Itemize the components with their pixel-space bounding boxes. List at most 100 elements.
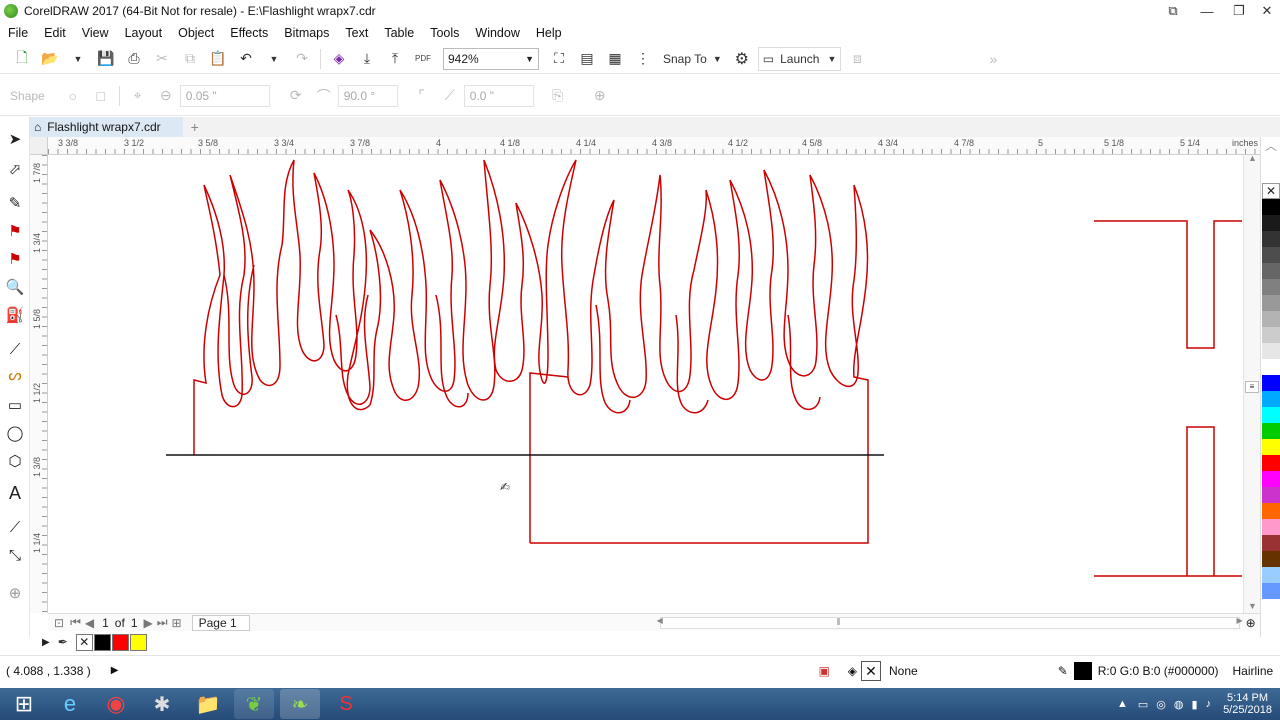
zoom-tool-icon[interactable]: 🔍 xyxy=(5,277,25,297)
menu-help[interactable]: Help xyxy=(528,26,570,40)
flame-path[interactable] xyxy=(515,159,741,400)
navigator-icon[interactable]: ⊕ xyxy=(1246,616,1256,630)
volume-icon[interactable]: ♪ xyxy=(1206,698,1212,710)
corner-icon[interactable]: ⌜ xyxy=(410,84,434,108)
palette-swatch[interactable] xyxy=(1262,375,1280,391)
scroll-thumb[interactable]: ≡ xyxy=(1245,381,1259,393)
network-icon[interactable]: ▮ xyxy=(1192,698,1198,711)
menu-object[interactable]: Object xyxy=(170,26,222,40)
import-icon[interactable]: ⤓ xyxy=(355,47,379,71)
add-page-icon[interactable]: ⊞ xyxy=(172,616,182,630)
color-proof-icon[interactable]: ▣ xyxy=(818,664,829,678)
cut-icon[interactable]: ✂ xyxy=(150,47,174,71)
undo-dropdown-icon[interactable]: ▼ xyxy=(262,47,286,71)
show-grid-icon[interactable]: ▦ xyxy=(603,47,627,71)
page-next-icon[interactable]: ▶ xyxy=(144,616,153,630)
palette-swatch[interactable] xyxy=(1262,199,1280,215)
square-shape-icon[interactable]: □ xyxy=(89,84,113,108)
horizontal-scrollbar[interactable]: ◀ ⦀ ▶ xyxy=(657,616,1243,629)
flame-artwork[interactable] xyxy=(193,159,1242,577)
scroll-down-icon[interactable]: ▼ xyxy=(1248,601,1257,611)
windows-start-icon[interactable]: ⊞ xyxy=(4,689,44,719)
palette-swatch[interactable] xyxy=(1262,439,1280,455)
tray-expand-icon[interactable]: ▲ xyxy=(1117,698,1128,710)
corel-photo-paint-icon[interactable]: ❧ xyxy=(280,689,320,719)
menu-bitmaps[interactable]: Bitmaps xyxy=(276,26,337,40)
menu-view[interactable]: View xyxy=(74,26,117,40)
export-icon[interactable]: ⤒ xyxy=(383,47,407,71)
palette-swatch[interactable] xyxy=(1262,503,1280,519)
palette-swatch[interactable] xyxy=(1262,519,1280,535)
add-preset-icon[interactable]: ⊕ xyxy=(588,84,612,108)
menu-layout[interactable]: Layout xyxy=(117,26,171,40)
vertical-scrollbar[interactable]: ▲ ≡ ▼ xyxy=(1243,153,1260,613)
document-color-swatch[interactable] xyxy=(129,633,147,651)
no-color-swatch[interactable]: ✕ xyxy=(75,633,93,651)
text-tool-icon[interactable]: A xyxy=(5,483,25,503)
no-color-swatch[interactable]: ✕ xyxy=(1262,183,1280,199)
outline-pen-icon[interactable]: ✎ xyxy=(1058,664,1068,678)
flame-inner-path[interactable] xyxy=(675,314,709,414)
new-document-icon[interactable]: 🗋 xyxy=(10,47,34,71)
redo-icon[interactable]: ↷ xyxy=(290,47,314,71)
scroll-thumb[interactable]: ⦀ xyxy=(837,617,841,628)
save-icon[interactable]: 💾 xyxy=(94,47,118,71)
palette-swatch[interactable] xyxy=(1262,231,1280,247)
paste-icon[interactable]: 📋 xyxy=(206,47,230,71)
tab-flashlight-document[interactable]: ⌂ Flashlight wrapx7.cdr xyxy=(28,117,183,137)
scroll-left-icon[interactable]: ◀ xyxy=(657,616,663,625)
vertical-ruler[interactable]: 1 7/8 1 3/4 1 5/8 1 1/2 1 3/8 1 1/4 xyxy=(30,155,48,613)
open-folder-icon[interactable]: 📂 xyxy=(38,47,62,71)
ellipse-tool-icon[interactable]: ◯ xyxy=(5,423,25,443)
close-button[interactable]: ✕ xyxy=(1250,0,1280,22)
palette-scroll-up-icon[interactable]: ︿ xyxy=(1261,137,1280,183)
circle-shape-icon[interactable]: ○ xyxy=(61,84,85,108)
flame-path[interactable] xyxy=(369,159,525,406)
clock[interactable]: 5:14 PM 5/25/2018 xyxy=(1223,692,1272,716)
scroll-right-icon[interactable]: ▶ xyxy=(1237,616,1243,625)
palette-swatch[interactable] xyxy=(1262,295,1280,311)
chrome-icon[interactable]: ◉ xyxy=(96,689,136,719)
tray-app-icon[interactable]: ◍ xyxy=(1174,698,1184,711)
page-previous-first-icon[interactable]: ⏮ xyxy=(70,615,81,630)
palette-expand-icon[interactable]: ▶ xyxy=(42,637,50,648)
toolbar-overflow-icon[interactable]: » xyxy=(981,47,1005,71)
coreldraw-taskbar-icon[interactable]: ❦ xyxy=(234,689,274,719)
horizontal-ruler[interactable]: 3 3/8 3 1/2 3 5/8 3 3/4 3 7/8 4 4 1/8 4 … xyxy=(48,137,1260,155)
status-expand-icon[interactable]: ▶ xyxy=(111,665,119,676)
connect-app-icon[interactable]: ✱ xyxy=(142,689,182,719)
flame-path[interactable] xyxy=(193,159,371,455)
pick-tool-icon[interactable]: ➤ xyxy=(5,129,25,149)
fill-icon[interactable]: ◈ xyxy=(848,664,857,678)
screen-recorder-icon[interactable]: S xyxy=(326,689,366,719)
search-content-icon[interactable]: ◈ xyxy=(327,47,351,71)
palette-swatch[interactable] xyxy=(1262,391,1280,407)
parallel-dimension-tool-icon[interactable]: ⟋ xyxy=(5,517,25,537)
print-icon[interactable]: ⎙ xyxy=(122,47,146,71)
wrap-panel-path[interactable] xyxy=(1094,220,1242,577)
flame-inner-path[interactable] xyxy=(223,264,255,395)
palette-swatch[interactable] xyxy=(1262,455,1280,471)
flame-path[interactable] xyxy=(530,169,869,544)
palette-swatch[interactable] xyxy=(1262,567,1280,583)
palette-swatch[interactable] xyxy=(1262,247,1280,263)
outline-width-field[interactable]: 0.05 " xyxy=(179,84,270,107)
shape-tool-icon[interactable]: ⬀ xyxy=(5,159,25,179)
palette-swatch[interactable] xyxy=(1262,487,1280,503)
crop-tool-icon[interactable]: ✎ xyxy=(5,193,25,213)
snap-to-button[interactable]: Snap To ▼ xyxy=(659,47,726,71)
drawing-canvas[interactable]: ✍ xyxy=(48,155,1260,613)
page-last-icon[interactable]: ⏭ xyxy=(157,615,168,630)
palette-swatch[interactable] xyxy=(1262,311,1280,327)
options-gear-icon[interactable]: ⚙ xyxy=(730,47,754,71)
menu-effects[interactable]: Effects xyxy=(222,26,276,40)
palette-swatch[interactable] xyxy=(1262,215,1280,231)
show-guidelines-icon[interactable]: ⋮ xyxy=(631,47,655,71)
add-tab-icon[interactable]: + xyxy=(191,119,199,135)
palette-swatch[interactable] xyxy=(1262,551,1280,567)
internet-explorer-icon[interactable]: e xyxy=(50,689,90,719)
file-explorer-icon[interactable]: 📁 xyxy=(188,689,228,719)
rectangle-tool-icon[interactable]: ▭ xyxy=(5,395,25,415)
palette-swatch[interactable] xyxy=(1262,407,1280,423)
fill-tool-icon[interactable]: ⛽ xyxy=(5,305,25,325)
